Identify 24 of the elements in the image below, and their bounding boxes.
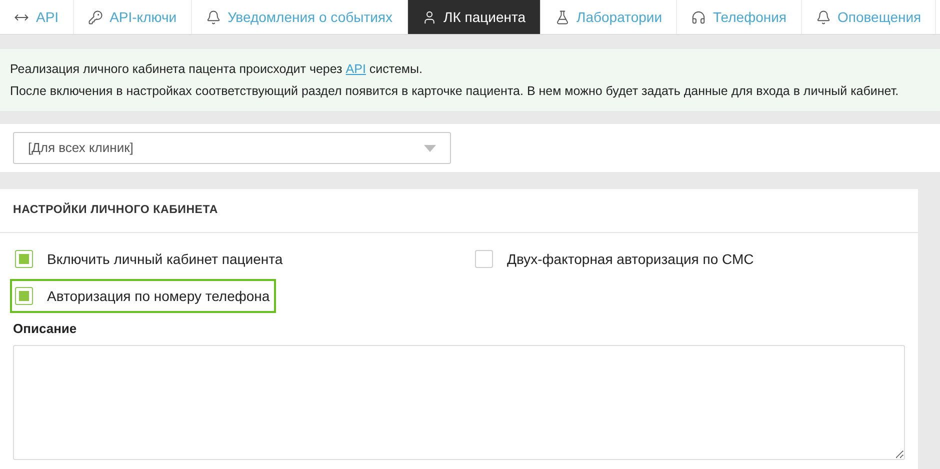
section-title: НАСТРОЙКИ ЛИЧНОГО КАБИНЕТА: [13, 202, 218, 218]
checkbox-label: Двух-факторная авторизация по СМС: [507, 250, 754, 269]
checkbox-label: Включить личный кабинет пациента: [47, 250, 283, 269]
description-label: Описание: [13, 320, 78, 338]
checkbox-label: Авторизация по номеру телефона: [47, 286, 270, 306]
tab[interactable]: ЛК пациента: [408, 0, 541, 34]
checkbox-option[interactable]: Включить личный кабинет пациента: [10, 242, 289, 276]
clinic-dropdown[interactable]: [Для всех клиник]: [13, 132, 451, 164]
checkbox-option[interactable]: Двух-факторная авторизация по СМС: [470, 242, 760, 276]
flask-icon: [554, 10, 570, 24]
checkbox[interactable]: [15, 287, 33, 305]
api-link[interactable]: API: [346, 62, 366, 76]
info-text: Реализация личного кабинета пацента происходит через API системы.: [10, 61, 424, 78]
bell-icon: [816, 10, 831, 24]
bell-icon: [206, 10, 221, 24]
checkbox[interactable]: [15, 250, 33, 268]
info-text: После включения в настройках соответствующий раздел появится в карточке пациента. В нем можно будет задать данные для входа в личный кабинет.: [10, 83, 900, 100]
headphones-icon: [691, 10, 706, 24]
checkbox-option[interactable]: Авторизация по номеру телефона: [10, 279, 276, 313]
description-field[interactable]: [13, 344, 905, 460]
dropdown-caret-icon: [424, 144, 436, 152]
key-icon: [88, 10, 103, 24]
user-icon: [422, 10, 437, 24]
checkbox[interactable]: [475, 250, 493, 268]
